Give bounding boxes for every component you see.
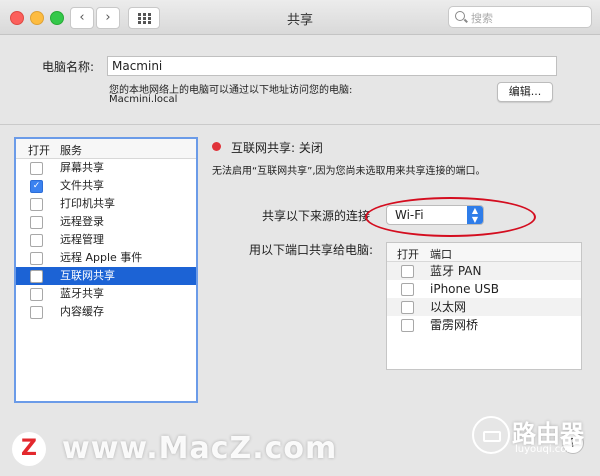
services-rows: 屏幕共享 ✓ 文件共享打印机共享远程登录远程管理远程 Apple 事件 互联网共享蓝牙… bbox=[16, 159, 196, 321]
service-checkbox[interactable]: ✓ bbox=[30, 180, 43, 193]
port-label: 以太网 bbox=[430, 300, 467, 314]
sharing-status: 互联网共享: 关闭 bbox=[231, 141, 323, 155]
ports-list: 打开 端口 蓝牙 PAN iPhone USB 以太网雷雳网桥 bbox=[386, 242, 582, 370]
service-checkbox[interactable] bbox=[30, 216, 43, 229]
service-label: 内容缓存 bbox=[60, 305, 104, 318]
service-row[interactable]: 互联网共享 bbox=[16, 267, 196, 285]
service-checkbox[interactable] bbox=[30, 162, 43, 175]
service-row[interactable]: 远程登录 bbox=[16, 213, 196, 231]
router-brand-url: luyouqi.com bbox=[515, 444, 577, 455]
service-label: 蓝牙共享 bbox=[60, 287, 104, 300]
port-checkbox[interactable] bbox=[401, 283, 414, 296]
search-icon bbox=[455, 11, 465, 21]
port-row[interactable]: iPhone USB bbox=[387, 280, 581, 298]
ports-header-port: 端口 bbox=[430, 248, 452, 261]
service-checkbox[interactable] bbox=[30, 306, 43, 319]
service-checkbox[interactable] bbox=[30, 252, 43, 265]
service-checkbox[interactable] bbox=[30, 198, 43, 211]
search-placeholder: 搜索 bbox=[471, 12, 493, 25]
service-label: 互联网共享 bbox=[60, 269, 115, 282]
computer-name-field[interactable]: Macmini bbox=[107, 56, 557, 76]
macz-logo: Z bbox=[12, 432, 46, 466]
port-label: 雷雳网桥 bbox=[430, 318, 479, 332]
service-row[interactable]: 远程 Apple 事件 bbox=[16, 249, 196, 267]
service-row[interactable]: 蓝牙共享 bbox=[16, 285, 196, 303]
service-checkbox[interactable] bbox=[30, 270, 43, 283]
port-checkbox[interactable] bbox=[401, 265, 414, 278]
highlight-annotation bbox=[365, 197, 536, 237]
service-row[interactable]: 屏幕共享 bbox=[16, 159, 196, 177]
services-list: 打开 服务 屏幕共享 ✓ 文件共享打印机共享远程登录远程管理远程 Apple 事件互… bbox=[14, 137, 198, 403]
sharing-note: 无法启用“互联网共享”,因为您尚未选取用来共享连接的端口。 bbox=[212, 166, 486, 177]
port-label: iPhone USB bbox=[430, 282, 499, 296]
services-header: 打开 服务 bbox=[16, 139, 196, 159]
service-row[interactable]: 远程管理 bbox=[16, 231, 196, 249]
service-row[interactable]: 打印机共享 bbox=[16, 195, 196, 213]
service-label: 远程登录 bbox=[60, 215, 104, 228]
port-label: 蓝牙 PAN bbox=[430, 264, 482, 278]
edit-button[interactable]: 编辑... bbox=[497, 82, 553, 102]
section-divider bbox=[0, 124, 600, 125]
computer-address: Macmini.local bbox=[109, 94, 178, 105]
service-label: 远程 Apple 事件 bbox=[60, 251, 143, 264]
service-label: 文件共享 bbox=[60, 179, 104, 192]
port-row[interactable]: 雷雳网桥 bbox=[387, 316, 581, 334]
source-label: 共享以下来源的连接 bbox=[262, 209, 371, 223]
port-checkbox[interactable] bbox=[401, 301, 414, 314]
computer-name-label: 电脑名称: bbox=[42, 60, 95, 74]
service-checkbox[interactable] bbox=[30, 288, 43, 301]
header-service: 服务 bbox=[60, 144, 82, 157]
ports-header-on: 打开 bbox=[397, 248, 419, 261]
port-checkbox[interactable] bbox=[401, 319, 414, 332]
service-label: 屏幕共享 bbox=[60, 161, 104, 174]
port-row[interactable]: 蓝牙 PAN bbox=[387, 262, 581, 280]
title-bar: ‹ › 共享 搜索 bbox=[0, 0, 600, 35]
search-input[interactable]: 搜索 bbox=[448, 6, 592, 28]
service-row[interactable]: ✓ 文件共享 bbox=[16, 177, 196, 195]
watermark-text: www.MacZ.com bbox=[62, 431, 338, 466]
service-label: 打印机共享 bbox=[60, 197, 115, 210]
status-dot bbox=[212, 142, 221, 151]
ports-label: 用以下端口共享给电脑: bbox=[249, 243, 374, 257]
router-logo-icon bbox=[472, 416, 510, 454]
header-on: 打开 bbox=[28, 144, 50, 157]
ports-rows: 蓝牙 PAN iPhone USB 以太网雷雳网桥 bbox=[387, 262, 581, 334]
service-label: 远程管理 bbox=[60, 233, 104, 246]
ports-header: 打开 端口 bbox=[387, 243, 581, 262]
service-row[interactable]: 内容缓存 bbox=[16, 303, 196, 321]
service-checkbox[interactable] bbox=[30, 234, 43, 247]
port-row[interactable]: 以太网 bbox=[387, 298, 581, 316]
